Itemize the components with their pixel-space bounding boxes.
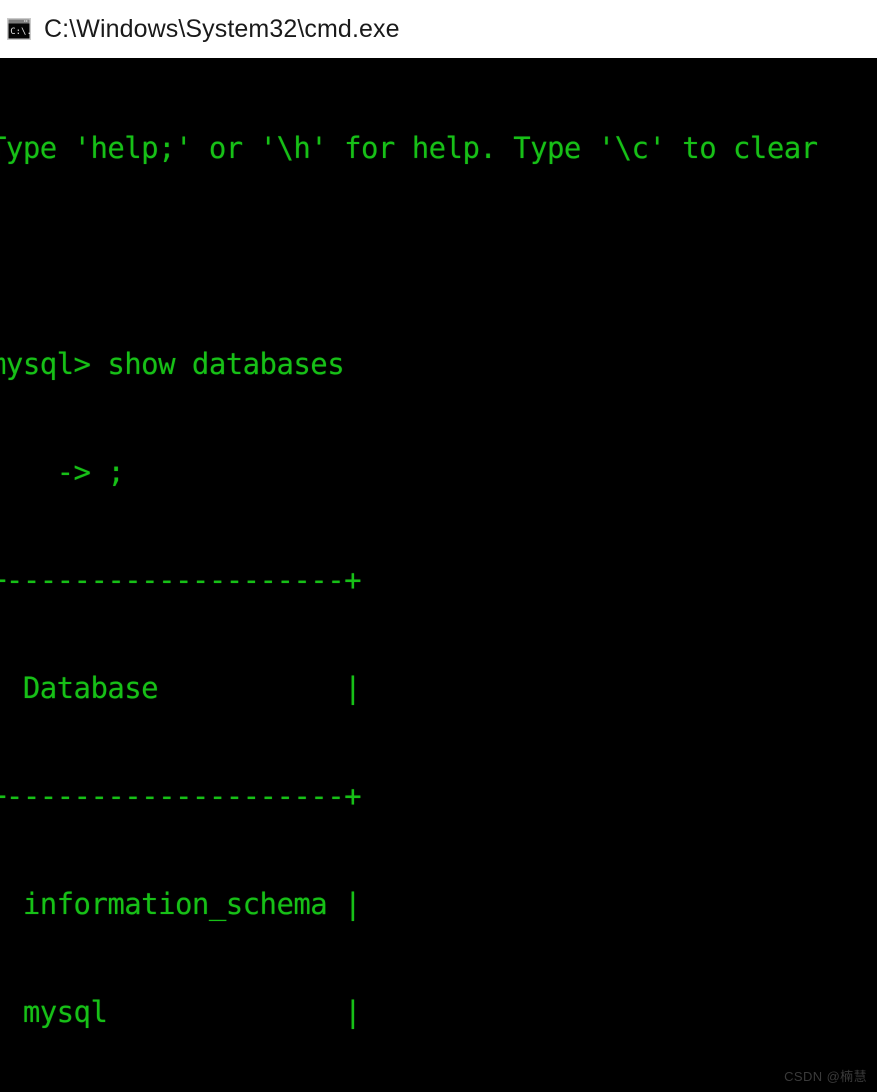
cmd-console-icon: C:\.	[7, 18, 32, 40]
cmd-window: C:\. C:\Windows\System32\cmd.exe Type 'h…	[0, 0, 877, 1092]
terminal-line: | mysql |	[0, 995, 362, 1029]
terminal-line: -> ;	[0, 455, 125, 489]
terminal-line: +--------------------+	[0, 563, 362, 597]
terminal-output: Type 'help;' or '\h' for help. Type '\c'…	[0, 58, 877, 1092]
terminal-line: | information_schema |	[0, 887, 362, 921]
terminal-line: mysql> show databases	[0, 347, 345, 381]
window-title: C:\Windows\System32\cmd.exe	[44, 14, 400, 43]
svg-text:C:\.: C:\.	[10, 27, 32, 37]
terminal-screen[interactable]: Type 'help;' or '\h' for help. Type '\c'…	[0, 58, 877, 1092]
terminal-line: | Database |	[0, 671, 362, 705]
window-titlebar: C:\. C:\Windows\System32\cmd.exe	[0, 0, 877, 58]
terminal-line: +--------------------+	[0, 779, 362, 813]
csdn-watermark: CSDN @楠慧	[784, 1069, 867, 1084]
terminal-line: Type 'help;' or '\h' for help. Type '\c'…	[0, 131, 818, 165]
